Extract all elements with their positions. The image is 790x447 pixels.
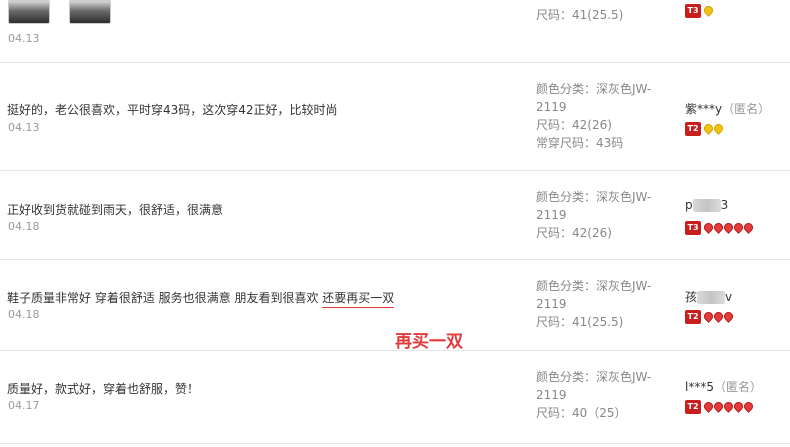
member-level-icon: T2: [685, 309, 701, 324]
gold-gem-icon: [712, 122, 725, 135]
member-level-icon: T3: [685, 220, 701, 235]
sku-color: 颜色分类：深灰色JW-2119: [536, 370, 652, 402]
sku-info: 颜色分类：深灰色JW-2119 尺码：40（25）: [536, 368, 660, 422]
sku-size: 尺码：41(25.5): [536, 315, 624, 329]
member-level-icon: T2: [685, 399, 701, 414]
gold-gem-icon: [702, 4, 715, 17]
review-row: 正好收到货就碰到雨天，很舒适，很满意 04.18 颜色分类：深灰色JW-2119…: [0, 170, 790, 260]
review-row: 04.13 尺码：41(25.5) T3: [0, 0, 790, 63]
sku-size: 尺码：40（25）: [536, 406, 627, 420]
sku-color: 颜色分类：深灰色JW-2119: [536, 190, 652, 222]
member-level-icon: T2: [685, 121, 701, 136]
reviewer-name-prefix: 孩: [685, 290, 698, 304]
review-text: 正好收到货就碰到雨天，很舒适，很满意: [7, 203, 224, 217]
user-badges: T3: [685, 217, 755, 235]
reviewer-nickname: 紫***y: [685, 102, 723, 116]
red-gem-icon: [722, 310, 735, 323]
reviewer-name[interactable]: 紫***y（匿名）: [685, 100, 770, 117]
highlight-callout: 再买一双: [395, 332, 463, 352]
member-level-icon: T3: [685, 3, 701, 18]
reviewer-name[interactable]: l***5（匿名）: [685, 378, 762, 395]
sku-color: 颜色分类：深灰色JW-2119: [536, 82, 652, 114]
sku-size: 尺码：42(26): [536, 226, 612, 240]
masked-name-blur: [697, 291, 726, 304]
reviewer-name[interactable]: p3: [685, 198, 728, 212]
sku-usual-size: 常穿尺码：43码: [536, 136, 624, 150]
anonymous-label: （匿名）: [722, 102, 771, 116]
reviewer-name-suffix: 3: [720, 198, 729, 212]
review-date: 04.17: [8, 399, 40, 412]
review-text: 鞋子质量非常好 穿着很舒适 服务也很满意 朋友看到很喜欢 还要再买一双: [7, 289, 395, 308]
sku-info: 颜色分类：深灰色JW-2119 尺码：42(26) 常穿尺码：43码: [536, 80, 660, 152]
review-date: 04.13: [8, 32, 40, 45]
user-badges: T2: [685, 396, 755, 414]
sku-info: 颜色分类：深灰色JW-2119 尺码：41(25.5): [536, 277, 660, 331]
highlighted-phrase: 还要再买一双: [322, 291, 395, 308]
user-badges: T3: [685, 0, 715, 18]
sku-color: 颜色分类：深灰色JW-2119: [536, 279, 652, 311]
red-gem-icon: [742, 400, 755, 413]
sku-size: 尺码：42(26): [536, 118, 612, 132]
reviewer-nickname: l***5: [685, 380, 714, 394]
masked-name-blur: [692, 199, 721, 212]
reviewer-name-prefix: p: [685, 198, 693, 212]
user-badges: T2: [685, 306, 735, 324]
review-photo-thumbnail[interactable]: [69, 0, 112, 24]
review-row: 质量好，款式好，穿着也舒服，赞！ 04.17 颜色分类：深灰色JW-2119 尺…: [0, 350, 790, 444]
sku-size: 尺码：41(25.5): [536, 8, 624, 22]
review-photos: [8, 0, 125, 28]
red-gem-icon: [742, 221, 755, 234]
review-photo-thumbnail[interactable]: [8, 0, 50, 24]
sku-info: 颜色分类：深灰色JW-2119 尺码：42(26): [536, 188, 660, 242]
reviewer-name[interactable]: 孩v: [685, 288, 732, 305]
user-badges: T2: [685, 118, 725, 136]
sku-info: 尺码：41(25.5): [536, 6, 660, 24]
reviewer-name-suffix: v: [725, 290, 733, 304]
anonymous-label: （匿名）: [713, 380, 762, 394]
review-text: 挺好的，老公很喜欢，平时穿43码，这次穿42正好，比较时尚: [7, 103, 338, 117]
review-text: 质量好，款式好，穿着也舒服，赞！: [7, 382, 200, 396]
review-date: 04.18: [8, 308, 40, 321]
review-date: 04.13: [8, 121, 40, 134]
review-date: 04.18: [8, 220, 40, 233]
review-text-main: 鞋子质量非常好 穿着很舒适 服务也很满意 朋友看到很喜欢: [7, 291, 323, 305]
review-row: 挺好的，老公很喜欢，平时穿43码，这次穿42正好，比较时尚 04.13 颜色分类…: [0, 62, 790, 171]
